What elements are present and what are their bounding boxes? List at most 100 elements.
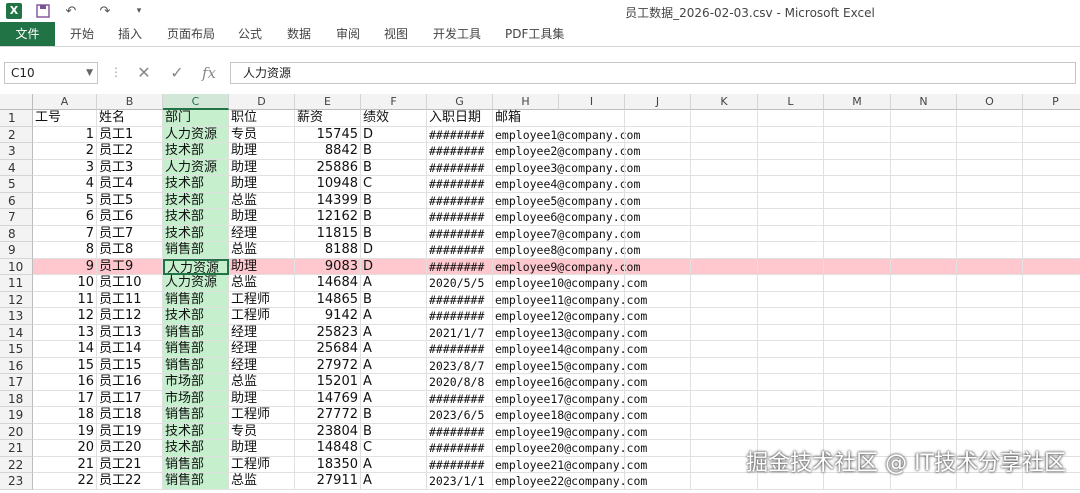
cell-B11[interactable]: 员工10	[97, 275, 163, 292]
cell-F6[interactable]: B	[361, 192, 427, 209]
column-header-J[interactable]: J	[625, 94, 691, 110]
cell-B15[interactable]: 员工14	[97, 341, 163, 358]
cell-G1[interactable]: 入职日期	[427, 110, 493, 127]
cell-G3[interactable]: ########	[427, 143, 493, 160]
cell-D9[interactable]: 总监	[229, 242, 295, 259]
cell-N3[interactable]	[891, 143, 957, 160]
cell-B4[interactable]: 员工3	[97, 159, 163, 176]
name-box[interactable]: C10 ▼	[4, 62, 98, 84]
cell-L18[interactable]	[758, 390, 824, 407]
cell-H5[interactable]: employee4@company.com	[493, 176, 640, 193]
cell-G15[interactable]: ########	[427, 341, 493, 358]
cell-E10[interactable]: 9083	[295, 258, 361, 275]
cell-L13[interactable]	[758, 308, 824, 325]
cell-J3[interactable]	[625, 143, 691, 160]
cell-H2[interactable]: employee1@company.com	[493, 127, 640, 143]
cell-N16[interactable]	[891, 357, 957, 374]
cell-F15[interactable]: A	[361, 341, 427, 358]
cell-P12[interactable]	[1023, 292, 1080, 308]
cell-F1[interactable]: 绩效	[361, 110, 427, 127]
cell-N11[interactable]	[891, 275, 957, 292]
cell-C4[interactable]: 人力资源	[163, 159, 229, 176]
cell-J12[interactable]	[625, 291, 691, 308]
cell-P4[interactable]	[1023, 160, 1080, 176]
cell-E9[interactable]: 8188	[295, 242, 361, 259]
cell-D13[interactable]: 工程师	[229, 308, 295, 325]
column-header-K[interactable]: K	[691, 94, 758, 110]
cell-F13[interactable]: A	[361, 308, 427, 325]
cell-B19[interactable]: 员工18	[97, 407, 163, 424]
cell-N4[interactable]	[891, 159, 957, 176]
cell-L3[interactable]	[758, 143, 824, 160]
row-header[interactable]: 19	[0, 407, 33, 424]
cell-M15[interactable]	[824, 341, 891, 358]
cell-A21[interactable]: 20	[33, 440, 97, 457]
cell-J7[interactable]	[625, 209, 691, 226]
cell-N9[interactable]	[891, 242, 957, 259]
cell-M5[interactable]	[824, 176, 891, 193]
cell-C11[interactable]: 人力资源	[163, 275, 229, 292]
cell-A16[interactable]: 15	[33, 357, 97, 374]
cell-M4[interactable]	[824, 159, 891, 176]
cell-E11[interactable]: 14684	[295, 275, 361, 292]
cell-G14[interactable]: 2021/1/7	[427, 324, 493, 341]
cell-O16[interactable]	[957, 357, 1023, 374]
cell-B12[interactable]: 员工11	[97, 291, 163, 308]
cell-A4[interactable]: 3	[33, 159, 97, 176]
row-header[interactable]: 2	[0, 126, 33, 143]
cell-H4[interactable]: employee3@company.com	[493, 160, 640, 176]
row-header[interactable]: 9	[0, 242, 33, 259]
cell-A14[interactable]: 13	[33, 324, 97, 341]
cell-A3[interactable]: 2	[33, 143, 97, 160]
cell-K1[interactable]	[691, 110, 758, 127]
cell-H15[interactable]: employee14@company.com	[493, 341, 647, 358]
cell-A13[interactable]: 12	[33, 308, 97, 325]
cell-D8[interactable]: 经理	[229, 225, 295, 242]
row-header[interactable]: 6	[0, 192, 33, 209]
cell-E12[interactable]: 14865	[295, 291, 361, 308]
cell-H17[interactable]: employee16@company.com	[493, 374, 647, 391]
column-header-D[interactable]: D	[229, 94, 295, 110]
cell-I21[interactable]	[559, 440, 625, 457]
column-header-F[interactable]: F	[361, 94, 427, 110]
cell-E13[interactable]: 9142	[295, 308, 361, 325]
cell-E4[interactable]: 25886	[295, 159, 361, 176]
cell-O6[interactable]	[957, 192, 1023, 209]
cell-D5[interactable]: 助理	[229, 176, 295, 193]
cell-K13[interactable]	[691, 308, 758, 325]
cell-K9[interactable]	[691, 242, 758, 259]
cell-B7[interactable]: 员工6	[97, 209, 163, 226]
cell-E2[interactable]: 15745	[295, 126, 361, 143]
row-header[interactable]: 17	[0, 374, 33, 391]
cell-G20[interactable]: ########	[427, 423, 493, 440]
cell-E22[interactable]: 18350	[295, 456, 361, 473]
cell-B16[interactable]: 员工15	[97, 357, 163, 374]
cell-D23[interactable]: 总监	[229, 473, 295, 490]
cell-I18[interactable]	[559, 390, 625, 407]
tab-pdf-tools[interactable]: PDF工具集	[505, 22, 564, 46]
cell-F23[interactable]: A	[361, 473, 427, 490]
cell-I23[interactable]	[559, 473, 625, 490]
cell-M12[interactable]	[824, 291, 891, 308]
column-header-H[interactable]: H	[493, 94, 559, 110]
select-all-corner[interactable]	[0, 94, 33, 110]
cell-G22[interactable]: ########	[427, 456, 493, 473]
cell-B10[interactable]: 员工9	[97, 258, 163, 275]
cell-H6[interactable]: employee5@company.com	[493, 193, 640, 209]
tab-view[interactable]: 视图	[384, 22, 408, 46]
cell-J23[interactable]	[625, 473, 691, 490]
cell-I7[interactable]	[559, 209, 625, 226]
cell-P11[interactable]	[1023, 275, 1080, 292]
cell-C16[interactable]: 销售部	[163, 357, 229, 374]
cell-G21[interactable]: ########	[427, 440, 493, 457]
cell-A5[interactable]: 4	[33, 176, 97, 193]
cell-E20[interactable]: 23804	[295, 423, 361, 440]
cell-M11[interactable]	[824, 275, 891, 292]
cell-N15[interactable]	[891, 341, 957, 358]
cell-D11[interactable]: 总监	[229, 275, 295, 292]
cell-N13[interactable]	[891, 308, 957, 325]
function-icon[interactable]: fx	[198, 62, 220, 84]
tab-formulas[interactable]: 公式	[238, 22, 262, 46]
cell-F17[interactable]: A	[361, 374, 427, 391]
cell-C8[interactable]: 技术部	[163, 225, 229, 242]
